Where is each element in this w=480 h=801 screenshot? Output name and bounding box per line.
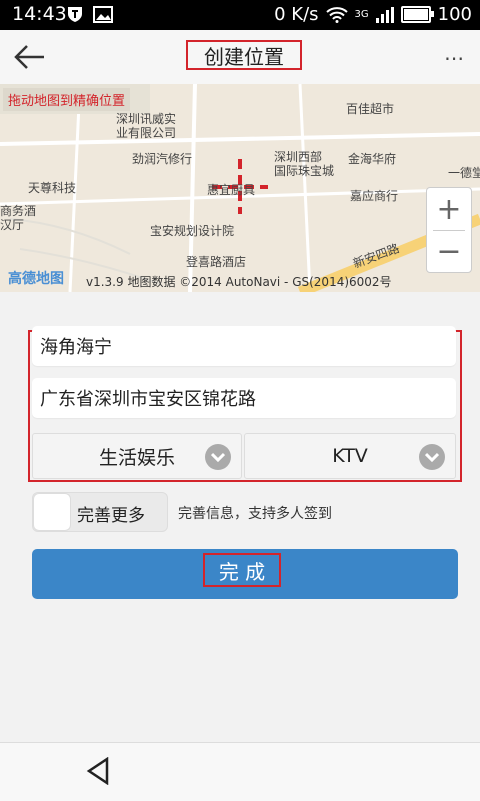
wifi-icon <box>325 6 348 23</box>
zoom-in-button[interactable]: + <box>427 188 471 230</box>
map-logo: 高德地图 <box>8 271 64 287</box>
map-label: 国际珠宝城 <box>274 164 335 178</box>
map-label: 登喜路酒店 <box>186 255 247 269</box>
done-button-label[interactable]: 完 成 <box>203 553 281 587</box>
map-label: 劲润汽修行 <box>132 152 193 166</box>
status-right: 0 K/s 3G 100 <box>274 4 472 25</box>
more-info-toggle[interactable]: 完善更多 <box>32 492 168 532</box>
back-arrow-icon[interactable] <box>10 40 50 74</box>
subcategory-value: KTV <box>332 445 368 467</box>
toggle-knob[interactable] <box>33 493 71 531</box>
more-menu-icon[interactable]: ⋯ <box>444 46 466 70</box>
category-select[interactable]: 生活娱乐 <box>32 433 242 479</box>
subcategory-select[interactable]: KTV <box>244 433 456 479</box>
title-bar: 创建位置 ⋯ <box>0 30 480 84</box>
address-field[interactable]: 广东省深圳市宝安区锦花路 <box>32 378 456 418</box>
name-field[interactable]: 海角海宁 <box>32 326 456 366</box>
map-copyright: v1.3.9 地图数据 ©2014 AutoNavi - GS(2014)600… <box>86 275 392 289</box>
battery-level: 100 <box>437 4 472 25</box>
toggle-label: 完善更多 <box>77 506 145 526</box>
map-label: 宝安规划设计院 <box>150 224 235 238</box>
zoom-control: + − <box>426 187 472 273</box>
image-icon <box>93 6 113 23</box>
page-title: 创建位置 <box>186 40 302 70</box>
shield-icon <box>68 7 82 22</box>
zoom-out-button[interactable]: − <box>427 230 471 272</box>
map-label: 汉厅 <box>0 218 25 232</box>
signal-icon <box>375 6 394 23</box>
status-bar: 14:43 0 K/s 3G 100 <box>0 0 480 30</box>
battery-icon <box>400 6 434 23</box>
toggle-description: 完善信息，支持多人签到 <box>178 506 332 522</box>
nav-back-icon[interactable] <box>86 757 110 785</box>
map-view[interactable]: 拖动地图到精确位置 深圳讯威实 业有限公司 劲润汽修行 天尊科技 商务酒 汉厅 … <box>0 84 480 292</box>
chevron-down-icon <box>419 444 445 470</box>
net-speed: 0 K/s <box>274 4 319 25</box>
map-label: 惠宜厨具 <box>207 183 256 197</box>
chevron-down-icon <box>205 444 231 470</box>
category-value: 生活娱乐 <box>98 446 175 469</box>
map-hint: 拖动地图到精确位置 <box>3 88 131 111</box>
network-type: 3G <box>354 9 369 20</box>
map-label: 业有限公司 <box>116 126 177 140</box>
map-label: 金海华府 <box>348 152 397 166</box>
bottom-nav-bar <box>0 742 480 801</box>
status-time: 14:43 <box>12 3 67 25</box>
map-label: 一德堂 <box>448 166 480 180</box>
map-label: 嘉应商行 <box>350 189 399 203</box>
map-label: 百佳超市 <box>346 102 395 116</box>
map-label: 天尊科技 <box>28 181 77 195</box>
